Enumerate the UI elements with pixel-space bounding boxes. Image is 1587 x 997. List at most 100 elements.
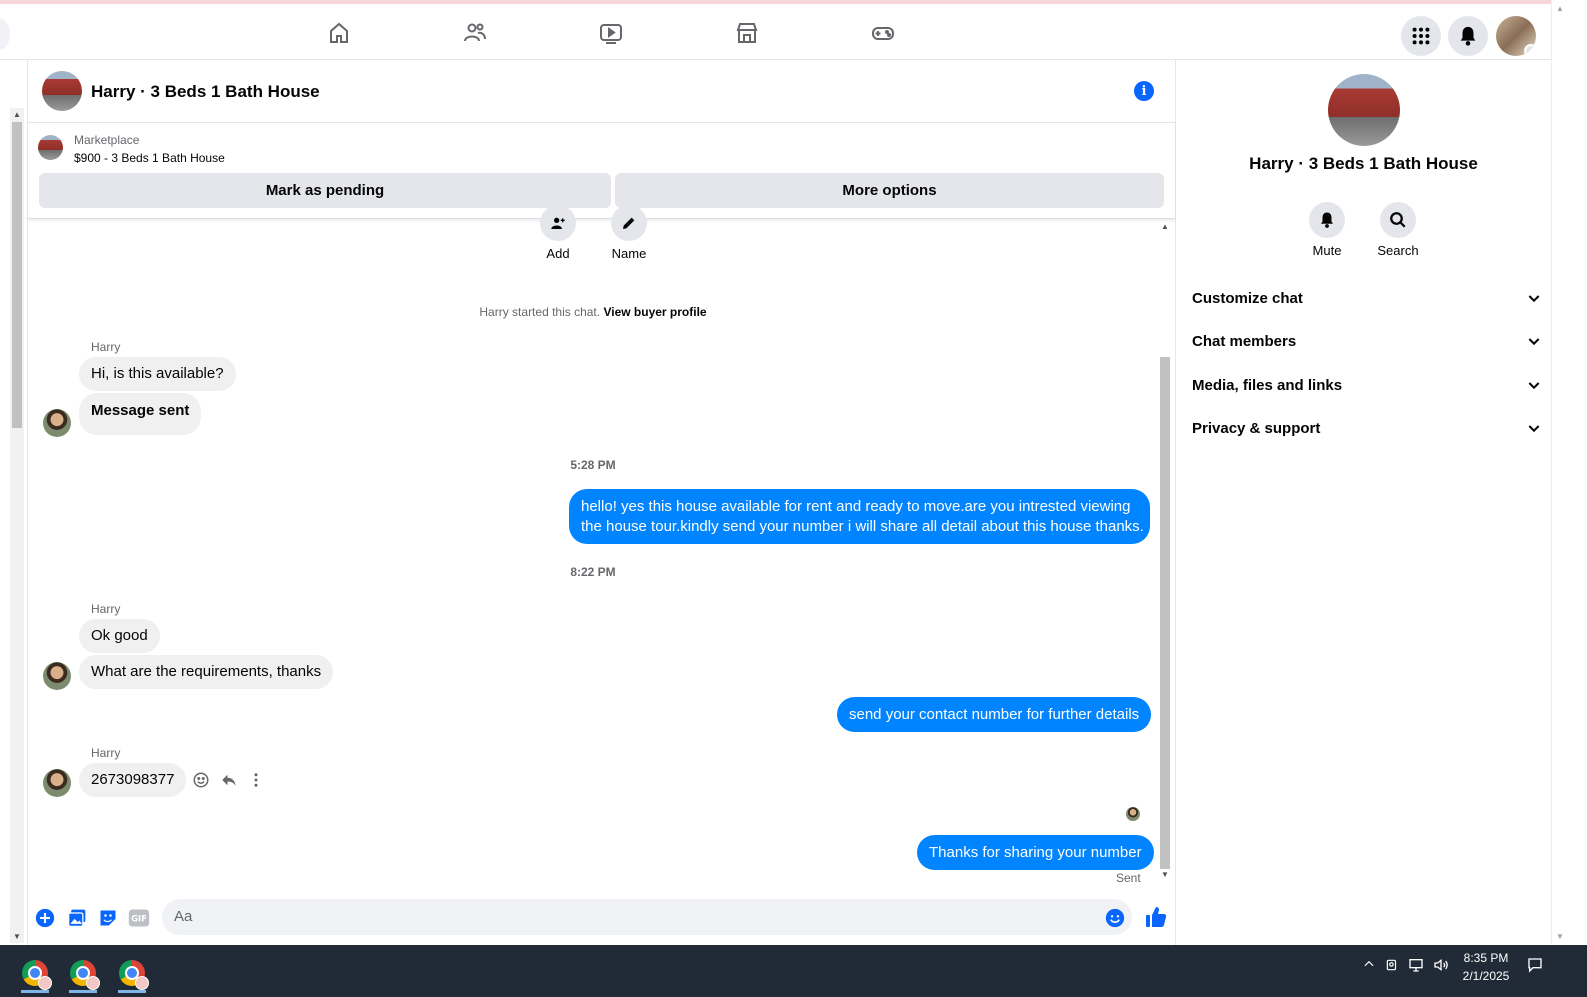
media-files-links-section[interactable]: Media, files and links [1192, 369, 1542, 401]
react-emoji-icon[interactable] [192, 771, 210, 794]
message-bubble-incoming[interactable]: Ok good [79, 619, 160, 653]
seen-avatar [1126, 807, 1140, 821]
emoji-icon[interactable] [1104, 907, 1126, 929]
chevron-down-icon [1528, 338, 1540, 346]
add-person-icon [551, 217, 565, 229]
timestamp: 8:22 PM [570, 565, 616, 579]
marketplace-icon[interactable] [734, 20, 760, 46]
chat-started-notice: Harry started this chat. View buyer prof… [28, 305, 1158, 319]
chat-header: Harry · 3 Beds 1 Bath House i [28, 60, 1175, 123]
message-bubble-outgoing[interactable]: hello! yes this house available for rent… [569, 489, 1150, 544]
message-bubble-incoming[interactable]: What are the requirements, thanks [79, 655, 334, 689]
message-line: the house tour.kindly send your number i… [581, 518, 1144, 535]
scroll-down-arrow-icon[interactable]: ▼ [13, 932, 21, 941]
account-avatar[interactable]: ⌄ [1496, 16, 1536, 56]
listing-title[interactable]: $900 - 3 Beds 1 Bath House [74, 151, 225, 165]
chrome-app-icon[interactable] [61, 953, 105, 993]
name-chat-button[interactable] [611, 205, 647, 241]
message-bubble-incoming[interactable]: 2673098377 [79, 763, 187, 797]
section-label: Customize chat [1192, 289, 1303, 307]
sender-name: Harry [91, 746, 121, 760]
meet-now-icon[interactable] [1385, 957, 1399, 976]
chevron-down-icon: ⌄ [1524, 44, 1536, 56]
sender-avatar[interactable] [43, 409, 71, 437]
volume-icon[interactable] [1432, 957, 1450, 976]
section-label: Privacy & support [1192, 419, 1321, 437]
chat-details-panel: Harry · 3 Beds 1 Bath House Mute Search … [1176, 60, 1551, 945]
chat-pane: Harry · 3 Beds 1 Bath House i Marketplac… [27, 60, 1176, 945]
system-clock[interactable]: 8:35 PM 2/1/2025 [1456, 949, 1516, 985]
add-label: Add [546, 246, 570, 261]
show-hidden-icons-chevron-icon[interactable] [1362, 957, 1376, 974]
menu-grid-icon[interactable] [1401, 16, 1441, 56]
notifications-center-icon[interactable] [1526, 957, 1544, 976]
home-icon[interactable] [326, 20, 352, 46]
chat-scrollbar[interactable]: ▲ ▼ [1158, 220, 1172, 885]
info-icon[interactable]: i [1134, 81, 1154, 101]
message-input[interactable]: Aa [162, 899, 1132, 935]
chat-avatar[interactable] [42, 71, 82, 111]
search-label: Search [1377, 243, 1419, 258]
top-navigation-bar: ⌄ [0, 0, 1568, 60]
more-options-button[interactable]: More options [615, 173, 1164, 208]
notifications-bell-icon[interactable] [1448, 16, 1488, 56]
timestamp: 5:28 PM [570, 458, 616, 472]
sender-name: Harry [91, 340, 121, 354]
os-taskbar: 8:35 PM 2/1/2025 [0, 945, 1587, 997]
privacy-support-section[interactable]: Privacy & support [1192, 412, 1542, 444]
clock-date: 2/1/2025 [1462, 969, 1510, 983]
marketplace-label: Marketplace [74, 133, 140, 147]
search-icon [1390, 212, 1406, 228]
chat-members-section[interactable]: Chat members [1192, 325, 1542, 357]
video-icon[interactable] [598, 20, 624, 46]
more-vertical-icon[interactable] [249, 771, 263, 794]
svg-text:GIF: GIF [131, 913, 147, 923]
message-line: hello! yes this house available for rent… [581, 498, 1131, 515]
scroll-up-arrow-icon[interactable]: ▲ [1161, 222, 1169, 231]
chevron-down-icon [1528, 382, 1540, 390]
name-label: Name [611, 246, 647, 261]
view-buyer-profile-link[interactable]: View buyer profile [603, 305, 706, 319]
chrome-app-icon[interactable] [110, 953, 154, 993]
message-bubble-incoming[interactable]: Message sent [79, 393, 202, 435]
photo-icon[interactable] [66, 907, 88, 929]
search-button-edge[interactable] [0, 18, 10, 50]
left-scrollbar[interactable]: ▲ ▼ [10, 108, 24, 943]
thumbs-up-icon[interactable] [1143, 904, 1169, 930]
sender-avatar[interactable] [43, 662, 71, 690]
chevron-down-icon [1528, 425, 1540, 433]
network-icon[interactable] [1407, 957, 1425, 976]
reply-icon[interactable] [220, 771, 238, 794]
scrollbar-thumb[interactable] [12, 122, 22, 428]
pencil-icon [623, 217, 635, 229]
search-button[interactable] [1380, 202, 1416, 238]
sender-avatar[interactable] [43, 769, 71, 797]
gaming-icon[interactable] [870, 20, 896, 46]
listing-thumbnail[interactable] [38, 135, 63, 160]
scroll-down-arrow-icon[interactable]: ▼ [1556, 932, 1564, 941]
scroll-up-arrow-icon[interactable]: ▲ [13, 110, 21, 119]
chat-profile-image[interactable] [1328, 74, 1400, 146]
chrome-app-icon[interactable] [13, 953, 57, 993]
message-bubble-outgoing[interactable]: Thanks for sharing your number [917, 835, 1154, 870]
message-bubble-incoming[interactable]: Hi, is this available? [79, 357, 236, 391]
plus-circle-icon[interactable] [34, 907, 56, 929]
clock-time: 8:35 PM [1463, 951, 1509, 965]
scroll-down-arrow-icon[interactable]: ▼ [1161, 870, 1169, 879]
customize-chat-section[interactable]: Customize chat [1192, 282, 1542, 314]
mark-as-pending-button[interactable]: Mark as pending [39, 173, 611, 208]
mute-button[interactable] [1309, 202, 1345, 238]
chat-started-text: Harry started this chat. [479, 305, 601, 319]
chat-title[interactable]: Harry · 3 Beds 1 Bath House [91, 82, 320, 102]
page-scrollbar[interactable]: ▲ ▼ [1551, 0, 1568, 945]
gif-icon[interactable]: GIF [128, 907, 150, 929]
sender-name: Harry [91, 602, 121, 616]
message-bubble-outgoing[interactable]: send your contact number for further det… [837, 697, 1152, 732]
scroll-up-arrow-icon[interactable]: ▲ [1556, 4, 1564, 13]
bell-icon [1321, 212, 1333, 228]
chevron-down-icon [1528, 295, 1540, 303]
add-people-button[interactable] [540, 205, 576, 241]
friends-icon[interactable] [462, 20, 488, 46]
sticker-icon[interactable] [97, 907, 119, 929]
chat-scrollbar-thumb[interactable] [1160, 357, 1170, 869]
